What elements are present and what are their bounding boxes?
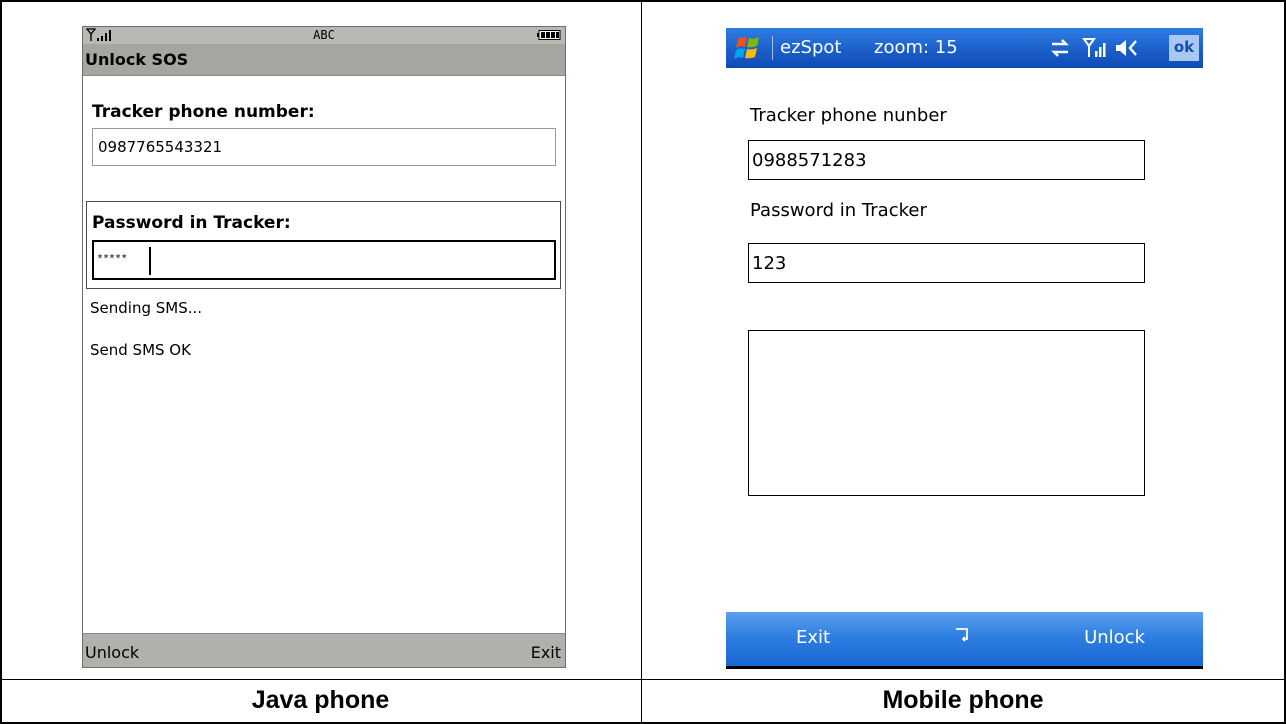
wm-phone-number-field[interactable]: 0988571283	[748, 140, 1145, 180]
wm-menu-bar: Exit Unlock	[726, 612, 1203, 669]
table-border-top	[0, 0, 1286, 2]
java-screen-title: Unlock SOS	[83, 44, 565, 76]
caption-mobile-phone: Mobile phone	[882, 686, 1044, 714]
battery-icon	[537, 30, 561, 40]
wm-log-textbox[interactable]	[748, 330, 1145, 496]
java-password-mask: *****	[97, 253, 128, 264]
unlock-softkey[interactable]: Unlock	[85, 643, 139, 662]
windows-start-icon[interactable]	[732, 33, 766, 63]
ok-button[interactable]: ok	[1169, 35, 1199, 61]
title-separator	[772, 36, 773, 60]
connectivity-icon[interactable]	[1048, 36, 1072, 60]
menu-bar-shadow	[726, 666, 1203, 669]
java-password-field[interactable]: *****	[92, 240, 556, 280]
wm-phone-number-label: Tracker phone nunber	[750, 105, 947, 126]
exit-softkey[interactable]: Exit	[531, 643, 561, 662]
java-phone-screen: ABC Unlock SOS Tracker phone number: 098…	[82, 26, 566, 668]
keyboard-icon[interactable]	[954, 625, 970, 645]
input-mode-indicator: ABC	[313, 28, 335, 42]
table-row-divider	[0, 679, 1286, 680]
table-border-left	[0, 0, 2, 724]
text-caret	[149, 247, 151, 275]
java-phone-number-label: Tracker phone number:	[92, 102, 315, 122]
unlock-menu-button[interactable]: Unlock	[1084, 627, 1145, 648]
java-status-message-ok: Send SMS OK	[90, 341, 191, 359]
java-status-bar: ABC	[83, 27, 565, 44]
table-column-divider	[641, 0, 642, 724]
wm-password-label: Password in Tracker	[750, 200, 927, 221]
signal-strength-icon[interactable]	[1082, 36, 1106, 60]
mobile-phone-screen: ezSpot zoom: 15 ok Tracker phone nunber …	[726, 28, 1203, 669]
java-password-label: Password in Tracker:	[92, 213, 291, 233]
wm-title-bar: ezSpot zoom: 15 ok	[726, 28, 1203, 68]
speaker-icon[interactable]	[1114, 36, 1142, 60]
exit-menu-button[interactable]: Exit	[796, 627, 830, 648]
java-softkey-bar: Unlock Exit	[83, 633, 565, 667]
zoom-level: zoom: 15	[874, 37, 958, 58]
java-status-message-sending: Sending SMS...	[90, 299, 203, 317]
java-phone-number-field[interactable]: 0987765543321	[92, 128, 556, 166]
caption-java-phone: Java phone	[251, 686, 390, 714]
wm-password-field[interactable]: 123	[748, 243, 1145, 283]
app-name: ezSpot	[780, 37, 842, 58]
